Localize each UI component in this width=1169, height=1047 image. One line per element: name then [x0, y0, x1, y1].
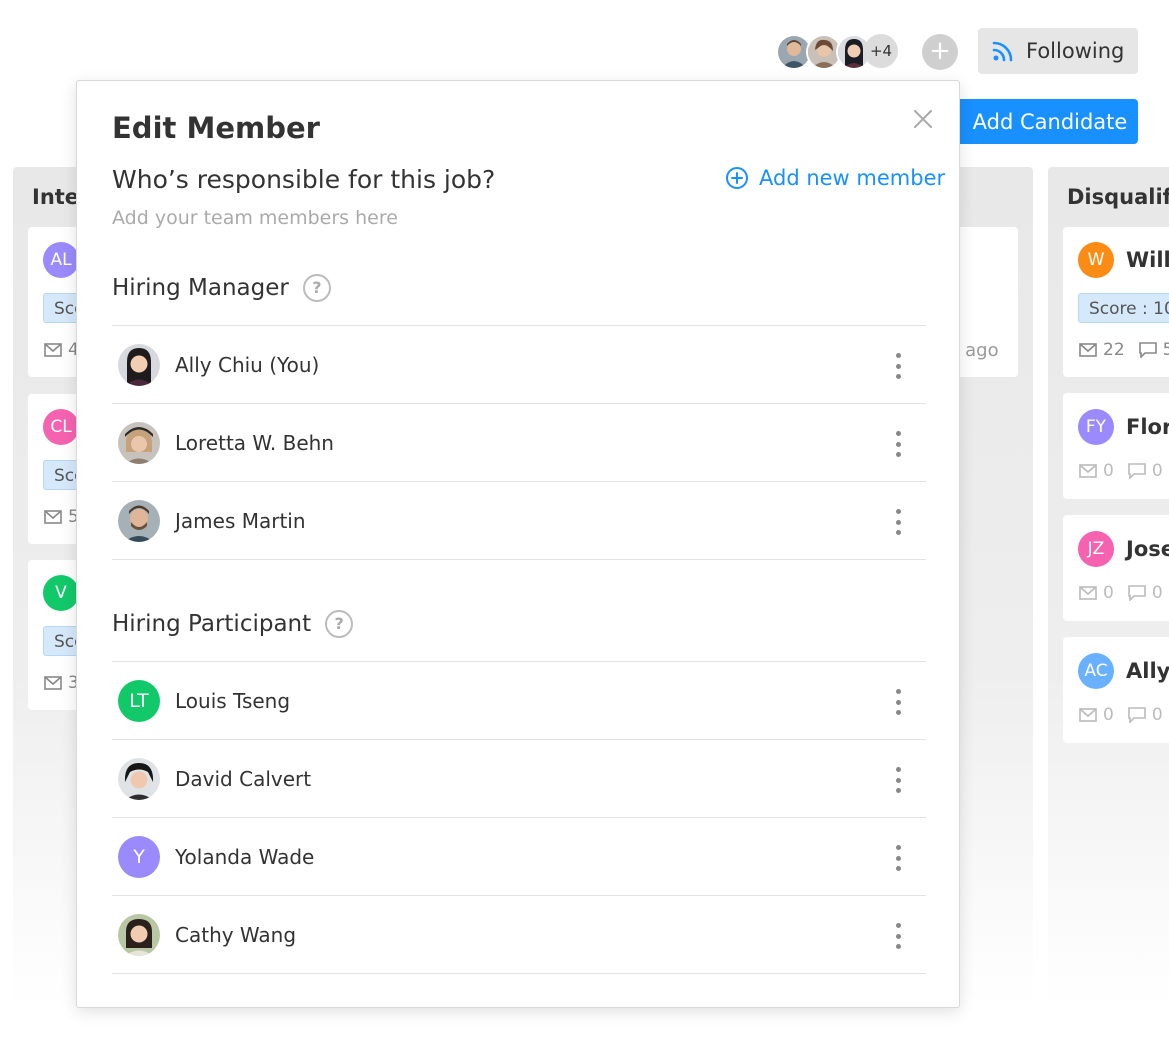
member-name: David Calvert [175, 767, 312, 791]
section-title-text: Hiring Manager [112, 275, 289, 301]
member-row[interactable]: Cathy Wang [112, 896, 926, 974]
section-title-hiring-participant: Hiring Participant ? [112, 610, 354, 638]
rss-icon [992, 41, 1013, 62]
member-name: Loretta W. Behn [175, 431, 334, 455]
email-count: 0 [1103, 583, 1114, 603]
add-new-member-label: Add new member [759, 166, 946, 190]
edit-member-modal: Edit Member Who’s responsible for this j… [76, 80, 960, 1008]
member-row[interactable]: LT Louis Tseng [112, 662, 926, 740]
kebab-menu-icon[interactable] [895, 845, 901, 871]
mail-icon [1079, 343, 1097, 357]
column-title: Disqualify [1067, 185, 1169, 209]
following-button[interactable]: Following [978, 28, 1138, 74]
comment-count: 0 [1151, 705, 1163, 725]
section-title-text: Hiring Participant [112, 611, 312, 637]
member-avatar: LT [118, 680, 160, 722]
kebab-menu-icon[interactable] [895, 509, 901, 535]
kebab-menu-icon[interactable] [895, 767, 901, 793]
kebab-menu-icon[interactable] [895, 431, 901, 457]
add-new-member-link[interactable]: Add new member [725, 166, 945, 190]
candidate-card[interactable]: JZ Jose 0 0 [1063, 515, 1169, 621]
more-followers-count[interactable]: +4 [864, 34, 898, 68]
close-icon[interactable] [911, 107, 935, 131]
add-candidate-button[interactable]: Add Candidate [950, 99, 1138, 144]
member-row[interactable]: James Martin [112, 482, 926, 560]
mail-icon [44, 343, 62, 357]
member-avatar [118, 914, 160, 956]
candidate-name: Ally [1126, 659, 1169, 683]
candidate-card[interactable]: FY Flora 0 0 [1063, 393, 1169, 499]
mail-icon [44, 510, 62, 524]
help-icon[interactable]: ? [302, 274, 331, 302]
member-row[interactable]: Loretta W. Behn [112, 404, 926, 482]
modal-hint: Add your team members here [112, 207, 398, 229]
member-name: Cathy Wang [175, 923, 297, 947]
candidate-name: Willi [1126, 248, 1169, 272]
section-title-hiring-manager: Hiring Manager ? [112, 274, 331, 302]
mail-icon [1079, 464, 1097, 478]
member-avatar [118, 500, 160, 542]
modal-title: Edit Member [112, 111, 320, 145]
candidate-name: Jose [1126, 537, 1169, 561]
mail-icon [1079, 708, 1097, 722]
following-label: Following [1026, 39, 1125, 63]
member-avatar [118, 422, 160, 464]
help-icon[interactable]: ? [325, 610, 354, 638]
member-row[interactable]: Y Yolanda Wade [112, 818, 926, 896]
comment-icon [1128, 585, 1146, 601]
candidate-avatar: V [43, 575, 79, 611]
modal-question: Who’s responsible for this job? [112, 165, 496, 194]
comment-count: 0 [1151, 583, 1163, 603]
email-count: 0 [1103, 461, 1114, 481]
card-meta: 4 [44, 340, 79, 360]
member-name: Yolanda Wade [175, 845, 315, 869]
member-row[interactable]: Ally Chiu (You) [112, 326, 926, 404]
member-avatar [118, 344, 160, 386]
hiring-manager-list: Ally Chiu (You) Loretta W. Behn James Ma… [112, 325, 926, 560]
member-avatar [118, 758, 160, 800]
member-avatar: Y [118, 836, 160, 878]
comment-count: 0 [1151, 461, 1163, 481]
member-name: Ally Chiu (You) [175, 353, 320, 377]
member-name: James Martin [175, 509, 306, 533]
card-meta: 5 [44, 507, 79, 527]
candidate-avatar: W [1078, 242, 1114, 278]
comment-icon [1138, 342, 1157, 358]
kebab-menu-icon[interactable] [895, 689, 901, 715]
member-name: Louis Tseng [175, 689, 291, 713]
candidate-avatar: AC [1078, 653, 1114, 689]
score-tag: Score : 10 [1078, 293, 1169, 323]
card-meta: 3 [44, 673, 79, 693]
comment-count: 5 [1162, 340, 1169, 360]
member-row[interactable]: David Calvert [112, 740, 926, 818]
card-meta: 0 0 [1079, 461, 1163, 481]
comment-icon [1128, 463, 1146, 479]
email-count: 0 [1103, 705, 1114, 725]
hiring-participant-list: LT Louis Tseng David Calvert Y Yolanda W… [112, 661, 926, 974]
email-count: 22 [1103, 340, 1125, 360]
candidate-card[interactable]: W Willi Score : 10 22 5 [1063, 227, 1169, 377]
candidate-avatar: FY [1078, 409, 1114, 445]
candidate-card[interactable]: AC Ally 0 0 [1063, 637, 1169, 743]
mail-icon [1079, 586, 1097, 600]
card-meta: 0 0 [1079, 583, 1163, 603]
card-meta: 0 0 [1079, 705, 1163, 725]
add-circle-icon [726, 167, 748, 189]
candidate-avatar: CL [43, 409, 79, 445]
card-meta: 22 5 [1079, 340, 1169, 360]
candidate-name: Flora [1126, 415, 1169, 439]
add-follower-button[interactable]: + [922, 34, 958, 70]
mail-icon [44, 676, 62, 690]
kebab-menu-icon[interactable] [895, 353, 901, 379]
candidate-avatar: JZ [1078, 531, 1114, 567]
kebab-menu-icon[interactable] [895, 923, 901, 949]
comment-icon [1128, 707, 1146, 723]
candidate-avatar: AL [43, 242, 79, 278]
